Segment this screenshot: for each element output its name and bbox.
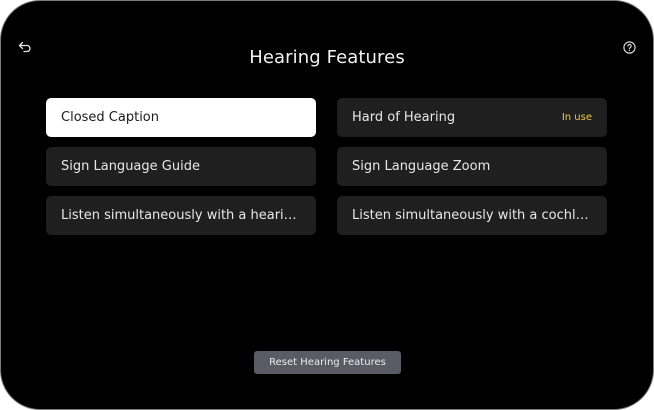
reset-hearing-features-button[interactable]: Reset Hearing Features: [254, 351, 401, 374]
option-hard-of-hearing[interactable]: Hard of Hearing In use: [337, 98, 607, 137]
page-title: Hearing Features: [249, 47, 405, 68]
option-label: Sign Language Guide: [61, 159, 200, 174]
option-listen-cochlear[interactable]: Listen simultaneously with a cochlear...: [337, 196, 607, 235]
status-badge: In use: [561, 112, 592, 123]
option-label: Sign Language Zoom: [352, 159, 491, 174]
option-label: Listen simultaneously with a hearing a..…: [61, 208, 301, 223]
option-sign-language-zoom[interactable]: Sign Language Zoom: [337, 147, 607, 186]
option-listen-hearing-aid[interactable]: Listen simultaneously with a hearing a..…: [46, 196, 316, 235]
option-label: Listen simultaneously with a cochlear...: [352, 208, 592, 223]
option-label: Closed Caption: [61, 110, 159, 125]
option-sign-language-guide[interactable]: Sign Language Guide: [46, 147, 316, 186]
option-closed-caption[interactable]: Closed Caption: [46, 98, 316, 137]
tv-screen: Hearing Features Closed Caption Hard of …: [0, 0, 654, 410]
option-label: Hard of Hearing: [352, 110, 456, 125]
